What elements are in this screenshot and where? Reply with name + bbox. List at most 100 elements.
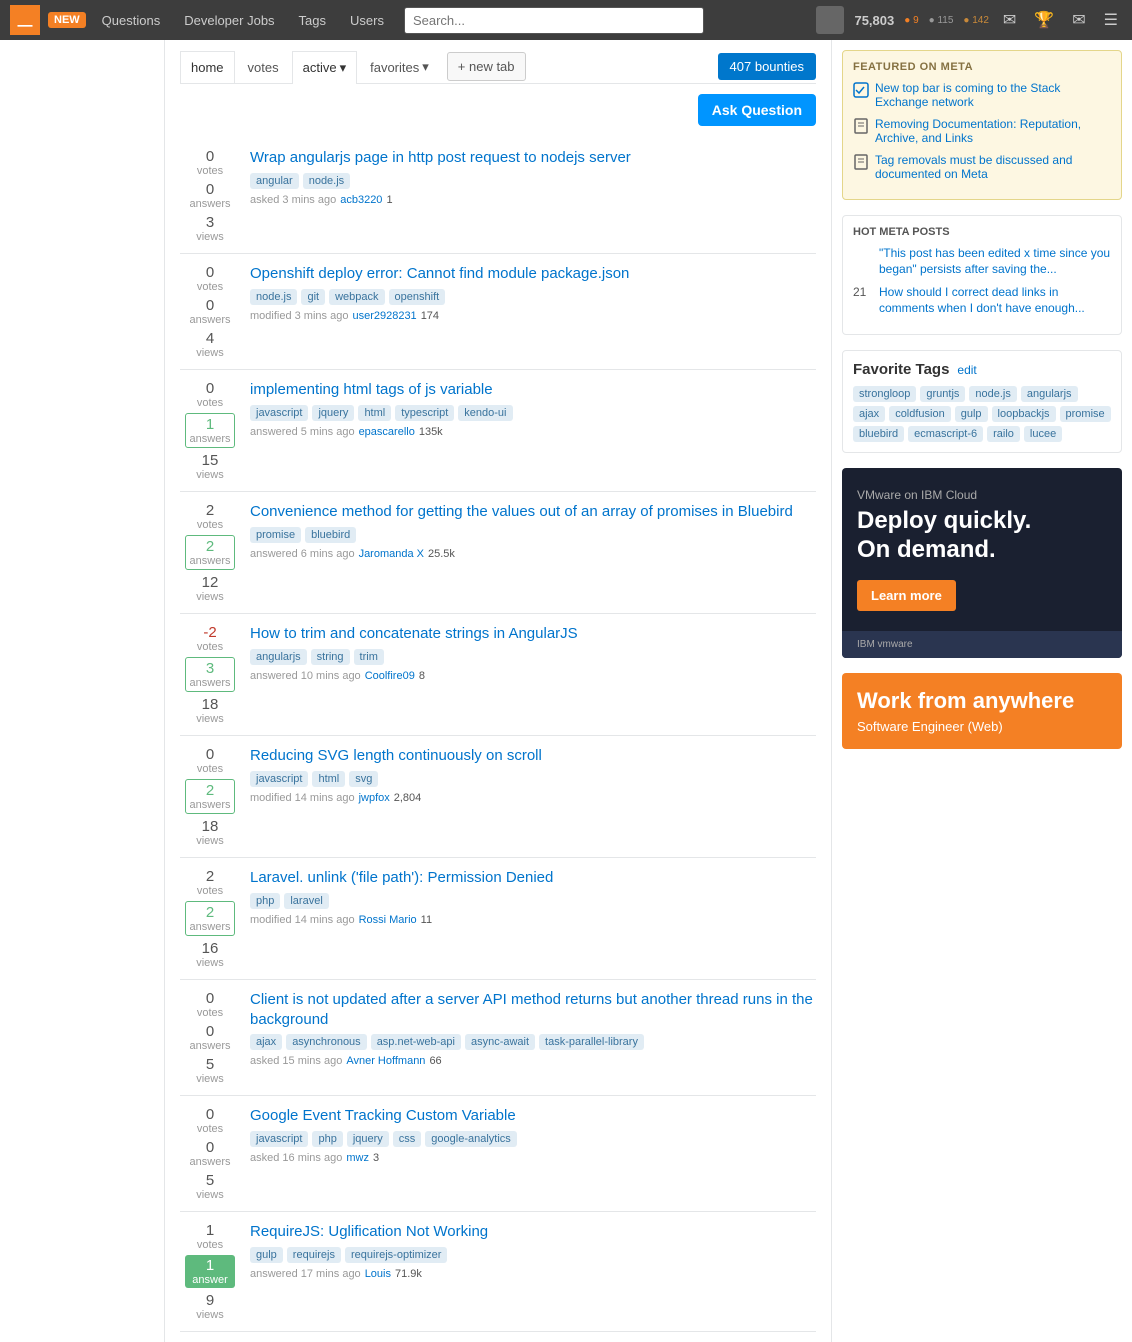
- votes-count: -2 votes: [185, 624, 235, 653]
- user-link[interactable]: acb3220: [340, 194, 382, 206]
- notifications-icon[interactable]: ✉: [1068, 8, 1089, 32]
- question-title[interactable]: Laravel. unlink ('file path'): Permissio…: [250, 868, 816, 888]
- inbox-icon[interactable]: ✉: [999, 8, 1020, 32]
- tag[interactable]: angularjs: [250, 649, 307, 665]
- work-from-anywhere-banner[interactable]: Work from anywhere Software Engineer (We…: [842, 673, 1122, 749]
- question-title[interactable]: Wrap angularjs page in http post request…: [250, 148, 816, 168]
- tab-votes[interactable]: votes: [237, 51, 290, 83]
- tag[interactable]: asp.net-web-api: [371, 1034, 461, 1050]
- question-title[interactable]: Openshift deploy error: Cannot find modu…: [250, 264, 816, 284]
- tag[interactable]: javascript: [250, 1131, 308, 1147]
- tab-home[interactable]: home: [180, 51, 235, 83]
- question-title[interactable]: Reducing SVG length continuously on scro…: [250, 746, 816, 766]
- tag[interactable]: php: [312, 1131, 342, 1147]
- fav-tag[interactable]: loopbackjs: [992, 406, 1056, 422]
- new-tab-label[interactable]: + new tab: [447, 52, 526, 81]
- user-link[interactable]: Louis: [365, 1268, 391, 1280]
- user-link[interactable]: Coolfire09: [365, 670, 415, 682]
- fav-tag[interactable]: node.js: [969, 386, 1016, 402]
- tag[interactable]: requirejs: [287, 1247, 341, 1263]
- tag[interactable]: task-parallel-library: [539, 1034, 644, 1050]
- tag[interactable]: openshift: [389, 289, 446, 305]
- tag[interactable]: laravel: [284, 893, 328, 909]
- hot-meta-link[interactable]: How should I correct dead links in comme…: [879, 285, 1111, 316]
- site-logo[interactable]: [10, 5, 40, 35]
- tag[interactable]: php: [250, 893, 280, 909]
- tag[interactable]: gulp: [250, 1247, 283, 1263]
- tag[interactable]: string: [311, 649, 350, 665]
- search-input[interactable]: [404, 7, 704, 34]
- tag[interactable]: svg: [349, 771, 378, 787]
- fav-tag[interactable]: ajax: [853, 406, 885, 422]
- tag[interactable]: trim: [354, 649, 384, 665]
- fav-tag[interactable]: railo: [987, 426, 1020, 442]
- hamburger-icon[interactable]: ☰: [1100, 8, 1122, 32]
- tag[interactable]: promise: [250, 527, 301, 543]
- tag[interactable]: html: [358, 405, 391, 421]
- question-body: RequireJS: Uglification Not Working gulp…: [250, 1222, 816, 1321]
- tag[interactable]: jquery: [312, 405, 354, 421]
- tag[interactable]: git: [301, 289, 325, 305]
- chevron-down-icon: ▾: [422, 59, 429, 75]
- question-title[interactable]: Convenience method for getting the value…: [250, 502, 816, 522]
- ad-learn-more-button[interactable]: Learn more: [857, 580, 956, 611]
- meta-link[interactable]: Removing Documentation: Reputation, Arch…: [875, 117, 1111, 145]
- user-link[interactable]: mwz: [346, 1152, 369, 1164]
- achievements-icon[interactable]: 🏆: [1030, 8, 1058, 32]
- fav-tag[interactable]: coldfusion: [889, 406, 951, 422]
- question-title[interactable]: implementing html tags of js variable: [250, 380, 816, 400]
- tag[interactable]: node.js: [250, 289, 297, 305]
- edit-fav-tags-link[interactable]: edit: [957, 363, 976, 377]
- nav-users[interactable]: Users: [342, 9, 392, 32]
- tag[interactable]: kendo-ui: [458, 405, 512, 421]
- fav-tag[interactable]: promise: [1060, 406, 1111, 422]
- nav-questions[interactable]: Questions: [94, 9, 169, 32]
- fav-tag[interactable]: gruntjs: [920, 386, 965, 402]
- tag[interactable]: javascript: [250, 771, 308, 787]
- tag[interactable]: html: [312, 771, 345, 787]
- fav-tag[interactable]: angularjs: [1021, 386, 1078, 402]
- user-link[interactable]: Rossi Mario: [359, 914, 417, 926]
- tag[interactable]: async-await: [465, 1034, 535, 1050]
- question-title[interactable]: RequireJS: Uglification Not Working: [250, 1222, 816, 1242]
- fav-tag[interactable]: lucee: [1024, 426, 1062, 442]
- tag[interactable]: angular: [250, 173, 299, 189]
- meta-link[interactable]: Tag removals must be discussed and docum…: [875, 153, 1111, 181]
- tag[interactable]: javascript: [250, 405, 308, 421]
- user-link[interactable]: Jaromanda X: [359, 548, 424, 560]
- user-link[interactable]: user2928231: [352, 310, 416, 322]
- tag[interactable]: css: [393, 1131, 422, 1147]
- nav-developer-jobs[interactable]: Developer Jobs: [176, 9, 282, 32]
- question-item: 2 votes 2 answers 16 views Laravel. unli…: [180, 858, 816, 980]
- avatar[interactable]: [816, 6, 844, 34]
- search-bar[interactable]: [404, 7, 704, 34]
- question-title[interactable]: Google Event Tracking Custom Variable: [250, 1106, 816, 1126]
- tag[interactable]: requirejs-optimizer: [345, 1247, 447, 1263]
- meta-link[interactable]: New top bar is coming to the Stack Excha…: [875, 81, 1111, 109]
- user-link[interactable]: epascarello: [359, 426, 415, 438]
- tag[interactable]: typescript: [395, 405, 454, 421]
- fav-tag[interactable]: ecmascript-6: [908, 426, 983, 442]
- tab-favorites[interactable]: favorites ▾: [359, 50, 440, 83]
- question-body: How to trim and concatenate strings in A…: [250, 624, 816, 725]
- tab-active[interactable]: active ▾: [292, 51, 358, 84]
- tag[interactable]: ajax: [250, 1034, 282, 1050]
- tag[interactable]: jquery: [347, 1131, 389, 1147]
- fav-tag[interactable]: gulp: [955, 406, 988, 422]
- user-link[interactable]: jwpfox: [359, 792, 390, 804]
- tag[interactable]: webpack: [329, 289, 384, 305]
- question-title[interactable]: How to trim and concatenate strings in A…: [250, 624, 816, 644]
- tags-row: angularnode.js: [250, 173, 816, 189]
- fav-tag[interactable]: strongloop: [853, 386, 916, 402]
- tag[interactable]: google-analytics: [425, 1131, 517, 1147]
- user-link[interactable]: Avner Hoffmann: [346, 1055, 425, 1067]
- bounties-button[interactable]: 407 bounties: [718, 53, 816, 80]
- tag[interactable]: node.js: [303, 173, 350, 189]
- ask-question-button[interactable]: Ask Question: [698, 94, 816, 126]
- tag[interactable]: asynchronous: [286, 1034, 367, 1050]
- nav-tags[interactable]: Tags: [291, 9, 334, 32]
- question-title[interactable]: Client is not updated after a server API…: [250, 990, 816, 1029]
- hot-meta-link[interactable]: "This post has been edited x time since …: [879, 246, 1111, 277]
- fav-tag[interactable]: bluebird: [853, 426, 904, 442]
- tag[interactable]: bluebird: [305, 527, 356, 543]
